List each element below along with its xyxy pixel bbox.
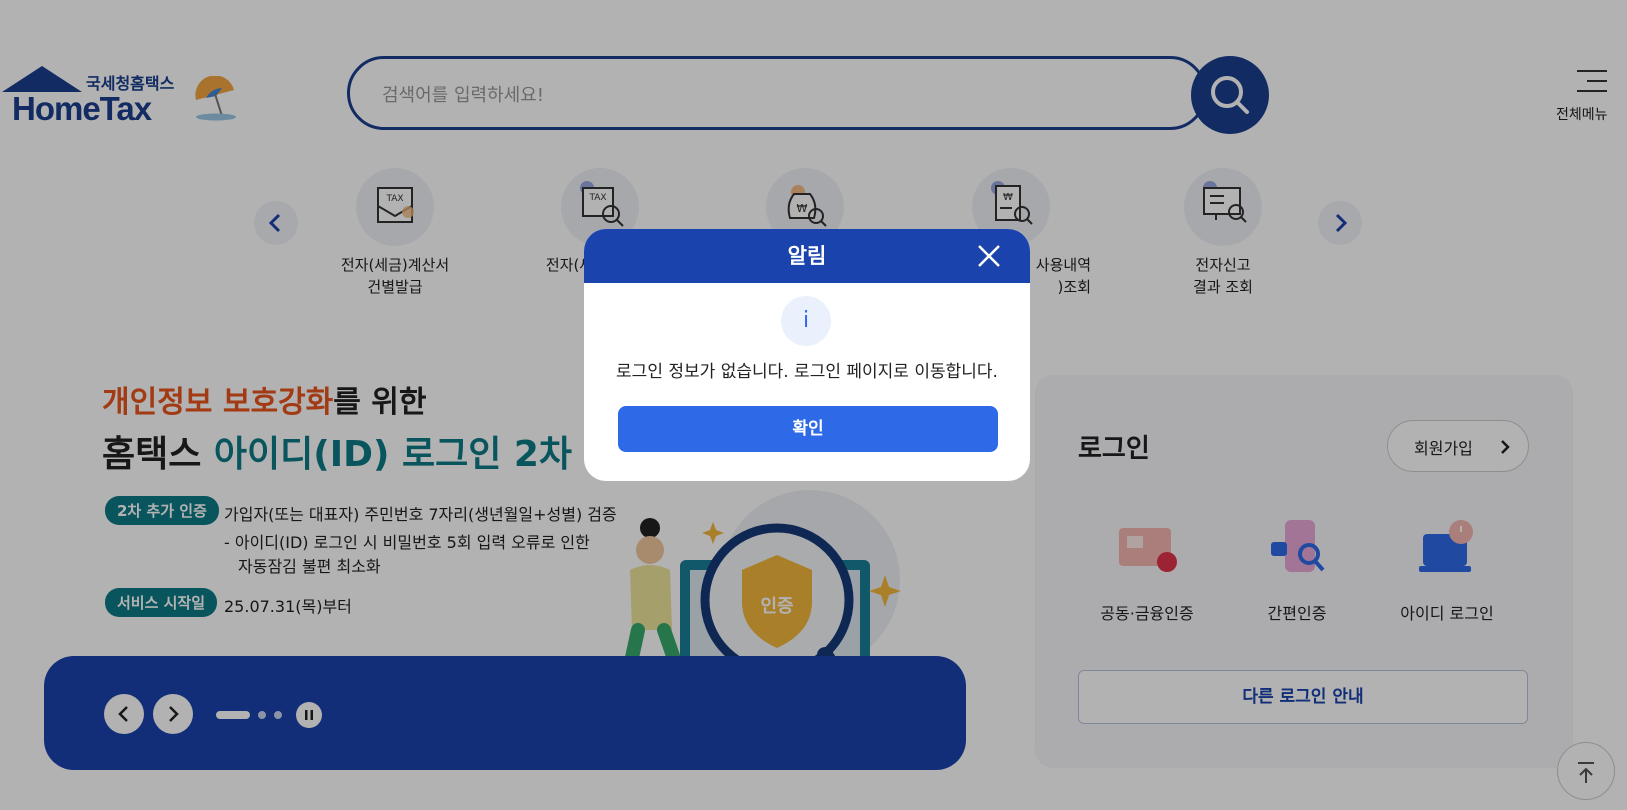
close-icon[interactable]: [976, 243, 1002, 269]
dialog-title: 알림: [787, 244, 827, 268]
dialog-message: 로그인 정보가 없습니다. 로그인 페이지로 이동합니다.: [616, 362, 998, 382]
alert-dialog: 알림 i 로그인 정보가 없습니다. 로그인 페이지로 이동합니다. 확인: [584, 229, 1030, 481]
confirm-button[interactable]: 확인: [618, 406, 998, 452]
info-icon: i: [781, 296, 831, 346]
